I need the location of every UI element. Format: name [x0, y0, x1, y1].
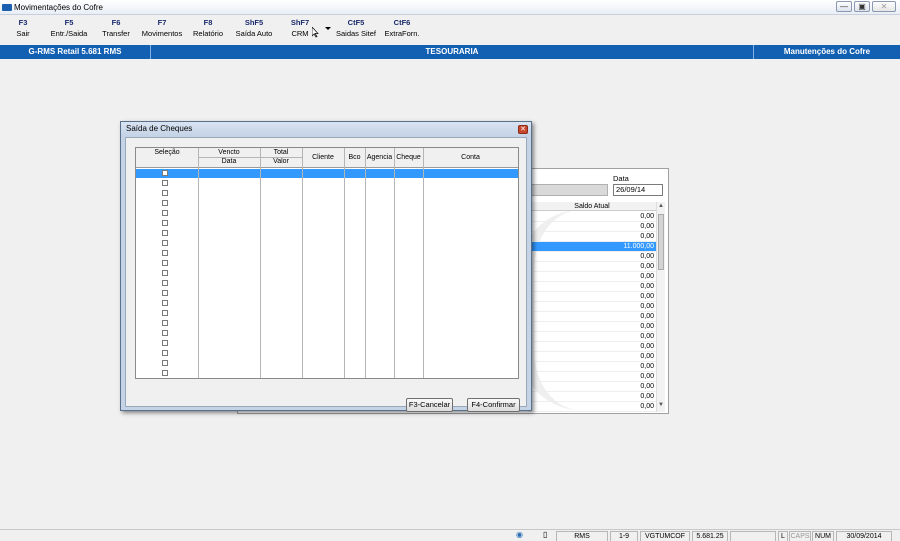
saldo-row[interactable]: 11.000,00: [528, 242, 656, 252]
saldo-atual-header: Saldo Atual: [528, 202, 656, 211]
saldo-row[interactable]: 0,00: [528, 332, 656, 342]
saldo-row[interactable]: 0,00: [528, 212, 656, 222]
saldo-row[interactable]: 0,00: [528, 292, 656, 302]
row-checkbox[interactable]: [162, 170, 168, 176]
row-checkbox[interactable]: [162, 370, 168, 376]
window-controls: — ▣ ✕: [836, 1, 896, 12]
saldo-row[interactable]: 0,00: [528, 372, 656, 382]
scroll-up-icon[interactable]: ▲: [658, 203, 664, 209]
col-conta: Conta: [461, 154, 480, 161]
row-checkbox[interactable]: [162, 190, 168, 196]
dialog-close-icon[interactable]: ✕: [518, 125, 528, 134]
network-icon: ◉: [516, 530, 523, 539]
grid-line: [198, 148, 199, 378]
grid-line: [394, 148, 395, 378]
dialog-body: Seleção Vencto Data Total Valor Cliente …: [125, 137, 527, 412]
close-button[interactable]: ✕: [872, 1, 896, 12]
window-title: Movimentações do Cofre: [14, 2, 103, 12]
toolbar: F3 Sair F5 Entr./Saida F6 Transfer F7 Movime…: [0, 15, 900, 45]
row-checkbox[interactable]: [162, 350, 168, 356]
confirm-button[interactable]: F4-Confirmar: [467, 398, 520, 412]
document-icon: ▯: [543, 530, 548, 539]
saldo-row[interactable]: 0,00: [528, 312, 656, 322]
saldo-scrollbar[interactable]: ▲ ▼: [656, 202, 665, 412]
data-field[interactable]: 26/09/14: [613, 184, 663, 196]
row-checkbox[interactable]: [162, 230, 168, 236]
col-cheque: Cheque: [396, 154, 421, 161]
grid-header: Seleção Vencto Data Total Valor Cliente …: [136, 148, 518, 168]
row-checkbox[interactable]: [162, 320, 168, 326]
col-cliente: Cliente: [312, 154, 334, 161]
row-checkbox[interactable]: [162, 200, 168, 206]
col-bco: Bco: [348, 154, 361, 161]
tool-key: CtF6: [393, 18, 411, 27]
saldo-row[interactable]: 0,00: [528, 232, 656, 242]
screen-title: Manutenções do Cofre: [783, 47, 871, 56]
app-icon: [2, 3, 12, 11]
saldo-row[interactable]: 0,00: [528, 222, 656, 232]
saldo-row[interactable]: 0,00: [528, 352, 656, 362]
maximize-button[interactable]: ▣: [854, 1, 870, 12]
scroll-thumb[interactable]: [658, 214, 664, 270]
col-selecao: Seleção: [154, 149, 180, 156]
grid-line: [260, 148, 261, 378]
grid-line: [302, 148, 303, 378]
row-checkbox[interactable]: [162, 360, 168, 366]
col-valor: Valor: [273, 158, 289, 165]
mouse-cursor-icon: [312, 27, 319, 38]
saldo-row[interactable]: 0,00: [528, 392, 656, 402]
selection-checkboxes: [162, 170, 170, 380]
row-checkbox[interactable]: [162, 240, 168, 246]
saldo-row[interactable]: 0,00: [528, 362, 656, 372]
saldo-row[interactable]: 0,00: [528, 302, 656, 312]
saldo-row[interactable]: 0,00: [528, 272, 656, 282]
module-header-bar: G-RMS Retail 5.681 RMS TESOURARIA Manute…: [0, 45, 900, 59]
chevron-down-icon[interactable]: [325, 27, 331, 30]
saldo-row[interactable]: 0,00: [528, 282, 656, 292]
tool-extraforn[interactable]: CtF6 ExtraForn.: [374, 17, 430, 39]
row-checkbox[interactable]: [162, 300, 168, 306]
saldo-row[interactable]: 0,00: [528, 262, 656, 272]
row-checkbox[interactable]: [162, 250, 168, 256]
system-version-label: G-RMS Retail 5.681 RMS: [28, 47, 122, 56]
grid-line: [344, 148, 345, 378]
saldo-list: 0,00 0,00 0,00 11.000,00 0,00 0,00 0,00 0,00 0,0…: [528, 212, 656, 412]
minimize-button[interactable]: —: [836, 1, 852, 12]
window-titlebar: Movimentações do Cofre — ▣ ✕: [0, 0, 900, 15]
selected-row[interactable]: [136, 169, 518, 178]
col-data: Data: [221, 158, 237, 165]
saldo-row[interactable]: 0,00: [528, 322, 656, 332]
scroll-down-icon[interactable]: ▼: [658, 402, 664, 408]
row-checkbox[interactable]: [162, 270, 168, 276]
row-checkbox[interactable]: [162, 220, 168, 226]
row-checkbox[interactable]: [162, 310, 168, 316]
grid-line: [423, 148, 424, 378]
readonly-field: [528, 184, 608, 196]
grid-line: [365, 148, 366, 378]
row-checkbox[interactable]: [162, 330, 168, 336]
saida-cheques-dialog: Saída de Cheques ✕ Seleção Vencto Data T…: [120, 121, 532, 412]
row-checkbox[interactable]: [162, 180, 168, 186]
data-label: Data: [613, 174, 629, 183]
row-checkbox[interactable]: [162, 260, 168, 266]
dialog-title: Saída de Cheques: [121, 122, 531, 136]
col-agencia: Agencia: [366, 154, 393, 161]
header-divider: [198, 157, 302, 158]
status-bar: ◉ ▯ RMS 1-9 VGTUMCOF 5.681.25 L CAPS NUM…: [0, 529, 900, 541]
row-checkbox[interactable]: [162, 210, 168, 216]
saldo-row[interactable]: 0,00: [528, 342, 656, 352]
saldo-row[interactable]: 0,00: [528, 402, 656, 412]
module-title: TESOURARIA: [425, 47, 479, 56]
row-checkbox[interactable]: [162, 290, 168, 296]
tool-label: ExtraForn.: [384, 29, 420, 38]
cheques-grid: Seleção Vencto Data Total Valor Cliente …: [135, 147, 519, 379]
saldo-row[interactable]: 0,00: [528, 382, 656, 392]
saldo-row[interactable]: 0,00: [528, 252, 656, 262]
row-checkbox[interactable]: [162, 340, 168, 346]
cancel-button[interactable]: F3-Cancelar: [406, 398, 453, 412]
row-checkbox[interactable]: [162, 280, 168, 286]
